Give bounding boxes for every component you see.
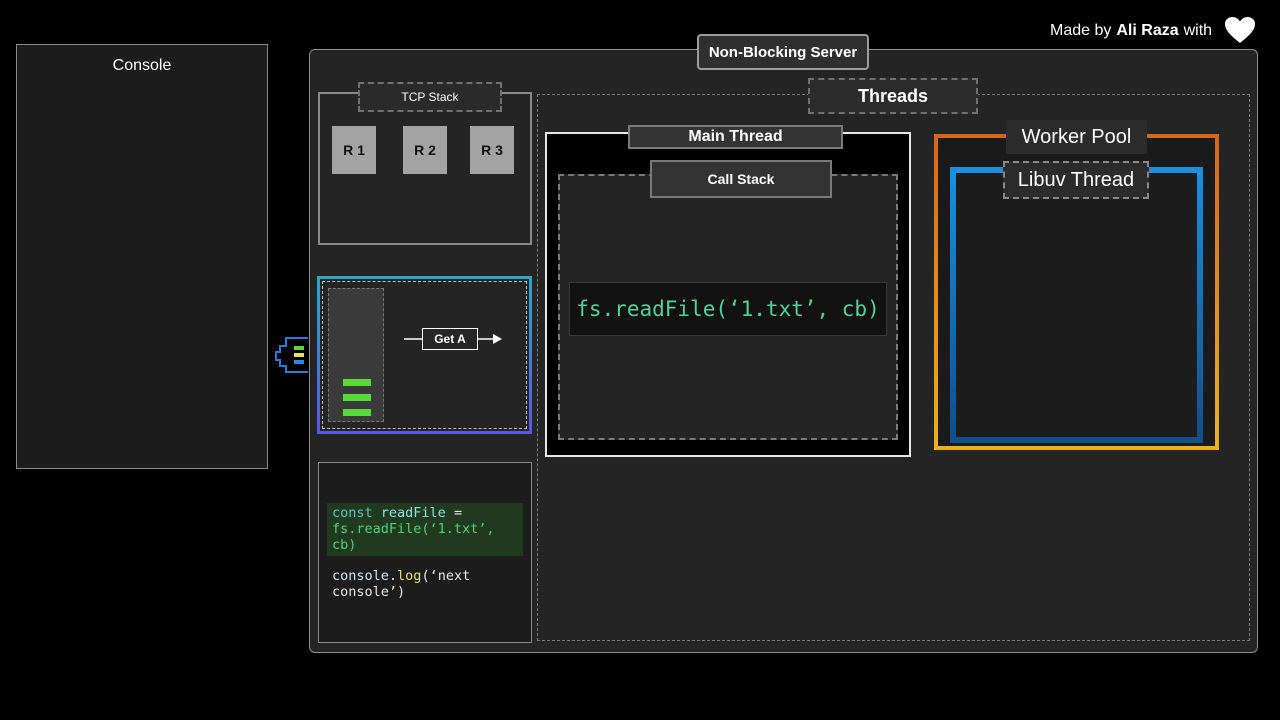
- call-stack-title: Call Stack: [650, 160, 832, 198]
- credit-author: Ali Raza: [1116, 22, 1179, 39]
- request-r1: R 1: [332, 126, 376, 174]
- console-panel: Console: [16, 44, 268, 469]
- code-keyword: const: [332, 505, 373, 521]
- get-a-label: Get A: [422, 328, 478, 350]
- code-line-2: fs.readFile(‘1.txt’,: [332, 521, 495, 537]
- code-var: readFile: [380, 505, 446, 521]
- heart-icon: [1225, 17, 1255, 43]
- worker-pool-title: Worker Pool: [1006, 120, 1147, 154]
- code-console-obj: console: [332, 568, 389, 584]
- callback-queue: [328, 288, 384, 422]
- server-title: Non-Blocking Server: [697, 34, 869, 70]
- tcp-stack-title: TCP Stack: [358, 82, 502, 112]
- code-highlight-block: const readFile = fs.readFile(‘1.txt’, cb…: [327, 503, 523, 556]
- code-log-fn: log: [397, 568, 422, 584]
- request-r3: R 3: [470, 126, 514, 174]
- call-stack-item: fs.readFile(‘1.txt’, cb): [569, 282, 887, 336]
- code-line-5: console’): [332, 584, 406, 600]
- main-thread-title: Main Thread: [628, 125, 843, 149]
- code-panel: const readFile = fs.readFile(‘1.txt’, cb…: [318, 462, 532, 643]
- code-line-3: cb): [332, 537, 357, 553]
- credit: Made by Ali Raza with: [1050, 18, 1212, 44]
- event-queue-panel: Get A: [317, 276, 532, 434]
- queue-bar-3: [343, 409, 371, 416]
- request-r2: R 2: [403, 126, 447, 174]
- credit-prefix: Made by: [1050, 22, 1112, 39]
- network-port-icon: [275, 337, 308, 373]
- libuv-thread-panel: [950, 167, 1203, 443]
- libuv-thread-title: Libuv Thread: [1003, 161, 1149, 199]
- credit-suffix: with: [1183, 22, 1213, 39]
- console-title: Console: [112, 57, 172, 74]
- code-log-block: console.log(‘next console’): [332, 568, 471, 600]
- queue-bar-1: [343, 379, 371, 386]
- queue-bar-2: [343, 394, 371, 401]
- threads-title: Threads: [808, 78, 978, 114]
